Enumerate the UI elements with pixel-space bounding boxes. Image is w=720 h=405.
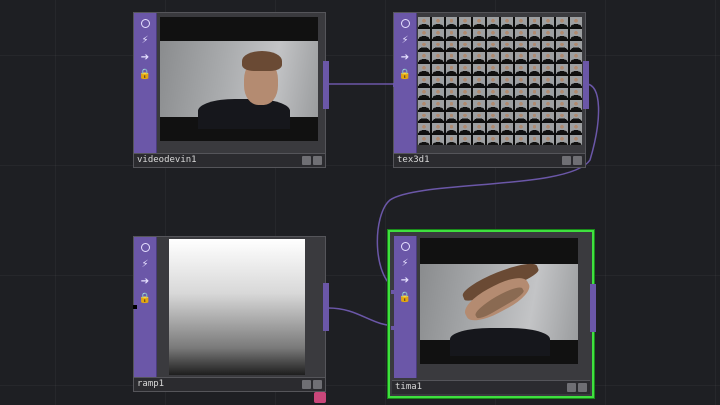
output-port[interactable] [590,284,596,332]
bolt-icon[interactable]: ⚡ [138,33,152,47]
output-port[interactable] [583,61,589,109]
bolt-icon[interactable]: ⚡ [398,33,412,47]
viewer-toggle-icon[interactable] [302,380,311,389]
input-port[interactable] [133,305,137,309]
node-name[interactable]: tex3d1 [394,153,585,167]
flag-tab[interactable] [314,392,326,403]
bolt-icon[interactable]: ⚡ [398,256,412,270]
node-videodevin[interactable]: ⚡ ➔ 🔒 videodevin1 [133,12,329,168]
arrow-right-icon[interactable]: ➔ [398,273,412,287]
node-wires [327,83,600,327]
node-tima[interactable]: ⚡ ➔ 🔒 tima1 [388,230,596,398]
node-name[interactable]: ramp1 [134,377,325,391]
lock-icon[interactable]: 🔒 [398,67,412,81]
ramp-preview [169,239,305,375]
output-port[interactable] [323,61,329,109]
node-viewer [160,17,318,141]
output-port[interactable] [323,283,329,331]
lock-icon[interactable]: 🔒 [398,290,412,304]
viewer-toggle-icon[interactable] [562,156,571,165]
bolt-icon[interactable]: ⚡ [138,257,152,271]
node-viewer [420,238,578,364]
display-icon[interactable] [578,383,587,392]
display-icon[interactable] [313,156,322,165]
node-sidebar: ⚡ ➔ 🔒 [134,13,157,153]
texture-stack-preview [418,17,582,145]
node-ramp[interactable]: ⚡ ➔ 🔒 ramp1 [133,236,329,392]
viewer-toggle-icon[interactable] [567,383,576,392]
node-sidebar: ⚡ ➔ 🔒 [394,236,417,378]
display-icon[interactable] [573,156,582,165]
display-icon[interactable] [313,380,322,389]
node-tex3d[interactable]: ⚡ ➔ 🔒 tex3d1 [393,12,589,168]
render-icon[interactable] [398,239,412,253]
node-sidebar: ⚡ ➔ 🔒 [134,237,157,377]
input-port[interactable] [393,83,397,87]
render-icon[interactable] [138,16,152,30]
input-port-2[interactable] [391,326,396,330]
arrow-right-icon[interactable]: ➔ [138,50,152,64]
arrow-right-icon[interactable]: ➔ [138,274,152,288]
render-icon[interactable] [398,16,412,30]
arrow-right-icon[interactable]: ➔ [398,50,412,64]
lock-icon[interactable]: 🔒 [138,67,152,81]
viewer-toggle-icon[interactable] [302,156,311,165]
node-name[interactable]: videodevin1 [134,153,325,167]
lock-icon[interactable]: 🔒 [138,291,152,305]
render-icon[interactable] [138,240,152,254]
input-port-1[interactable] [391,290,396,294]
node-name[interactable]: tima1 [392,380,590,394]
node-sidebar: ⚡ ➔ 🔒 [394,13,417,153]
